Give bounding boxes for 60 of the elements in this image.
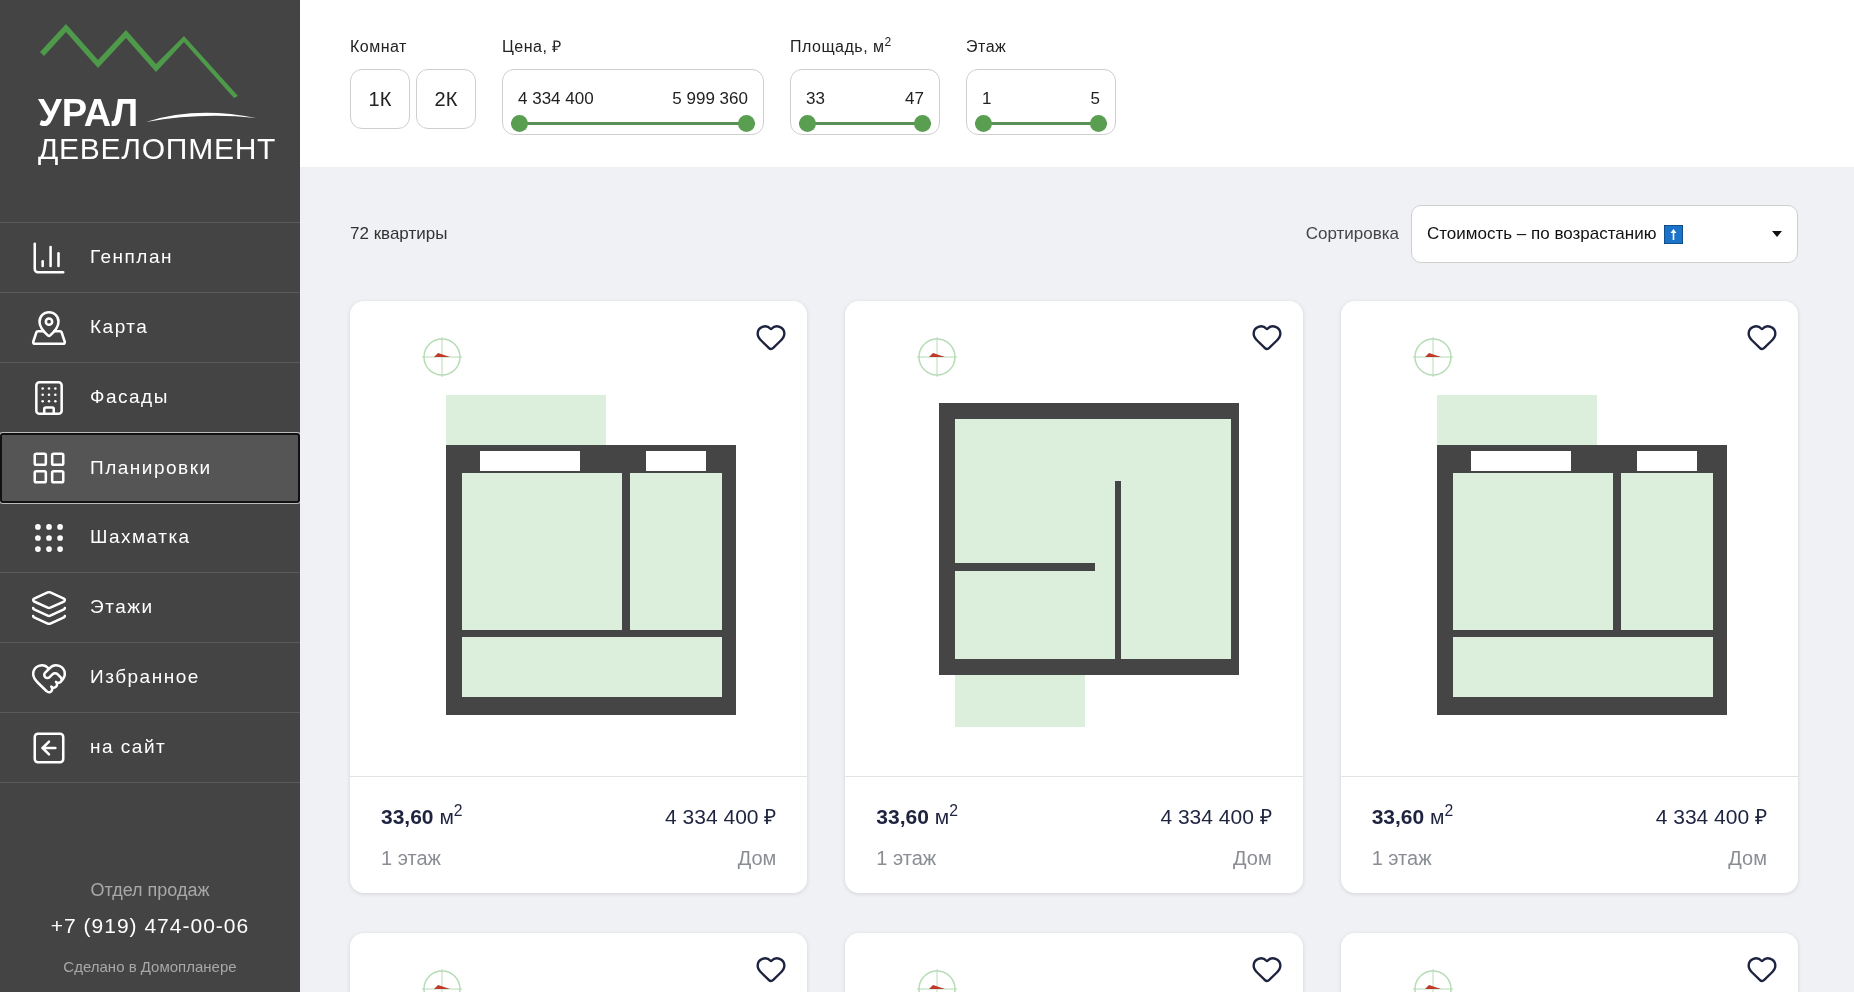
apartment-card[interactable]: 33,60 м$^{2}$ 1 этаж 4 334 400 ₽ Дом [350, 301, 808, 893]
room-toggle[interactable]: 1К [350, 69, 410, 129]
floor-text: 1 этаж [381, 845, 442, 871]
slider-thumb[interactable] [799, 115, 816, 132]
filter-label: Цена, ₽ [502, 37, 563, 57]
apartment-area: 33,60 м$^{2}$ [1371, 801, 1454, 833]
nav-item[interactable]: на сайт [0, 713, 300, 783]
compass-icon [422, 337, 462, 377]
apartment-price: 4 334 400 ₽ [665, 804, 777, 830]
apartment-card[interactable]: 33,60 м$^{2}$ 1 этаж 4 334 400 ₽ Дом [845, 301, 1303, 893]
filter-label: Площадь, м$^{2}$ [790, 35, 893, 57]
dropdown-caret-icon [1772, 231, 1782, 237]
nav-item[interactable]: Карта [0, 293, 300, 363]
nav-item[interactable]: Этажи [0, 573, 300, 643]
range-field[interactable]: 33 47 [790, 69, 940, 135]
layers-icon [30, 588, 68, 627]
nav-item[interactable]: Планировки [0, 433, 300, 503]
room-toggle[interactable]: 2К [416, 69, 476, 129]
range-field[interactable]: 4 334 400 5 999 360 [502, 69, 764, 135]
building-text: Дом [1233, 845, 1272, 871]
compass-icon [917, 337, 958, 377]
filter-label: Этаж [966, 37, 1008, 57]
sales-title: Отдел продаж [90, 879, 210, 902]
arrow-up-icon [1664, 224, 1684, 244]
apartment-price: 4 334 400 ₽ [1655, 804, 1767, 830]
apartment-area: 33,60 м$^{2}$ [381, 801, 463, 833]
apartment-card[interactable]: 33,60 м$^{2}$ 1 этаж 4 334 400 ₽ Дом [1340, 301, 1798, 893]
range-min: 33 [806, 88, 825, 110]
apartment-area: 33,60 м$^{2}$ [876, 801, 958, 833]
range-min: 1 [982, 88, 992, 110]
filter-label: Комнат [350, 37, 408, 57]
range-min: 4 334 400 [518, 88, 594, 110]
range-field[interactable]: 1 5 [966, 69, 1116, 135]
logo-text: УРАЛ [38, 94, 139, 132]
phone-number[interactable]: +7 (919) 474-00-06 [50, 910, 250, 942]
range-slider[interactable] [511, 115, 755, 132]
map-pin-icon [30, 308, 68, 347]
range-max: 5 [1090, 88, 1100, 110]
compass-icon [1412, 337, 1453, 377]
range-slider[interactable] [975, 115, 1107, 132]
slider-thumb[interactable] [738, 115, 755, 132]
layout-grid-icon [30, 449, 68, 487]
apartment-count: 72 квартиры [350, 223, 448, 246]
slider-thumb[interactable] [1090, 115, 1107, 132]
range-max: 5 999 360 [672, 88, 748, 110]
range-max: 47 [905, 88, 924, 110]
slider-thumb[interactable] [914, 115, 931, 132]
building-text: Дом [1728, 845, 1767, 871]
nav-item[interactable]: Избранное [0, 643, 300, 713]
slider-thumb[interactable] [511, 115, 528, 132]
floor-text: 1 этаж [876, 845, 938, 871]
sort-label: Сортировка [1305, 223, 1399, 246]
floor-text: 1 этаж [1371, 845, 1433, 871]
building-text: Дом [737, 845, 777, 871]
sort-select[interactable]: Стоимость – по возрастанию [1411, 205, 1798, 263]
apartment-price: 4 334 400 ₽ [1160, 804, 1272, 830]
range-slider[interactable] [799, 115, 931, 132]
logo-subtitle: ДЕВЕЛОПМЕНТ [38, 134, 277, 164]
credit-text: Сделано в Домопланере [63, 956, 237, 977]
slider-thumb[interactable] [975, 115, 992, 132]
